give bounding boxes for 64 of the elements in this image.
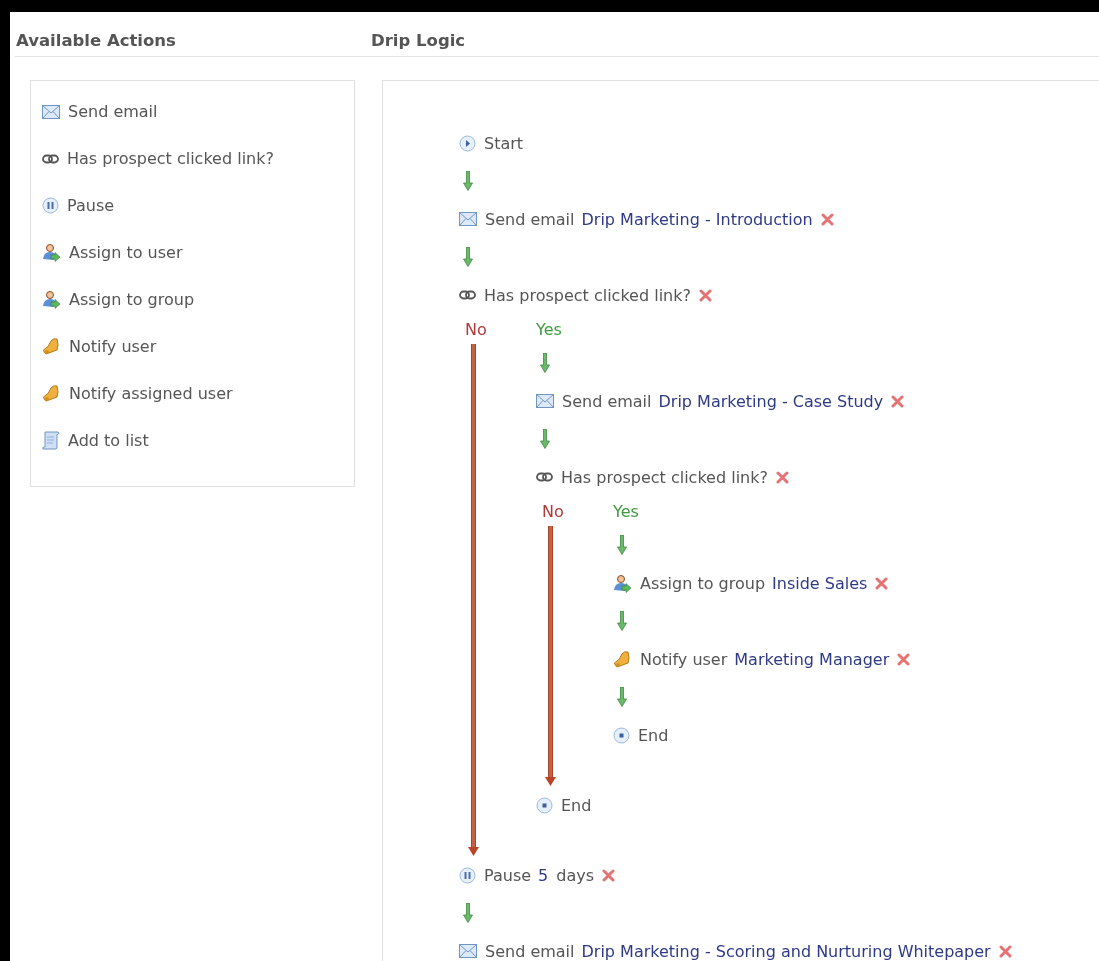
step-label: Pause	[484, 865, 532, 885]
flow-arrow	[540, 429, 550, 449]
action-item[interactable]: Notify assigned user	[31, 370, 354, 417]
delete-icon[interactable]	[699, 288, 712, 302]
panel-heading: Drip Logic	[371, 31, 466, 52]
envelope-icon	[42, 104, 60, 119]
step-link[interactable]: Inside Sales	[772, 573, 868, 593]
flow-arrow	[463, 171, 473, 191]
delete-icon[interactable]	[891, 394, 905, 408]
chain-link-icon	[536, 472, 553, 482]
chain-link-icon	[459, 290, 476, 300]
action-item[interactable]: Add to list	[31, 417, 354, 464]
action-item[interactable]: Has prospect clicked link?	[31, 135, 354, 182]
yes-branch-label: Yes	[613, 501, 639, 521]
step-label: Start	[484, 133, 524, 153]
flow-arrow	[463, 247, 473, 267]
chain-link-icon	[42, 153, 59, 164]
step-label: Assign to group	[640, 573, 766, 593]
flow-arrow	[540, 353, 550, 373]
pause-icon	[459, 866, 476, 884]
step-unit: days	[556, 865, 594, 885]
action-item[interactable]: Notify user	[31, 323, 354, 370]
delete-icon[interactable]	[897, 652, 911, 666]
flow-arrow	[617, 611, 627, 631]
action-item[interactable]: Assign to user	[31, 229, 354, 276]
step-label: Has prospect clicked link?	[561, 467, 768, 487]
step-label: Has prospect clicked link?	[484, 285, 691, 305]
step-label: Send email	[562, 391, 652, 411]
panel-heading: Available Actions	[15, 31, 177, 52]
step-link[interactable]: Drip Marketing - Scoring and Nurturing Whitepaper	[581, 941, 991, 961]
step-label: Send email	[485, 209, 575, 229]
stop-icon	[613, 726, 630, 744]
person-arrow-icon	[42, 243, 61, 262]
no-branch-label: No	[542, 501, 565, 521]
stop-icon	[536, 796, 553, 814]
action-item[interactable]: Send email	[31, 88, 354, 135]
action-item[interactable]: Pause	[31, 182, 354, 229]
flow-arrow	[617, 687, 627, 707]
person-arrow-icon	[613, 573, 632, 593]
pause-icon	[42, 197, 59, 214]
step-label: Notify user	[640, 649, 728, 669]
step-link[interactable]: Marketing Manager	[734, 649, 890, 669]
envelope-icon	[536, 394, 554, 408]
delete-icon[interactable]	[602, 868, 615, 882]
delete-icon[interactable]	[875, 576, 889, 590]
delete-icon[interactable]	[820, 212, 834, 226]
envelope-icon	[459, 944, 477, 958]
no-branch-label: No	[465, 319, 488, 339]
step-link[interactable]: 5	[538, 865, 549, 885]
person-arrow-icon	[42, 290, 61, 309]
flow-arrow	[617, 535, 627, 555]
step-label: End	[561, 795, 592, 815]
step-link[interactable]: Drip Marketing - Case Study	[658, 391, 884, 411]
play-icon	[459, 134, 476, 152]
action-item[interactable]: Assign to group	[31, 276, 354, 323]
step-link[interactable]: Drip Marketing - Introduction	[581, 209, 813, 229]
step-label: End	[638, 725, 669, 745]
step-label: Send email	[485, 941, 575, 961]
yes-branch-label: Yes	[536, 319, 562, 339]
flow-arrow	[463, 903, 473, 923]
envelope-icon	[459, 212, 477, 226]
delete-icon[interactable]	[776, 470, 789, 484]
delete-icon[interactable]	[998, 944, 1012, 958]
document-icon	[42, 431, 60, 450]
